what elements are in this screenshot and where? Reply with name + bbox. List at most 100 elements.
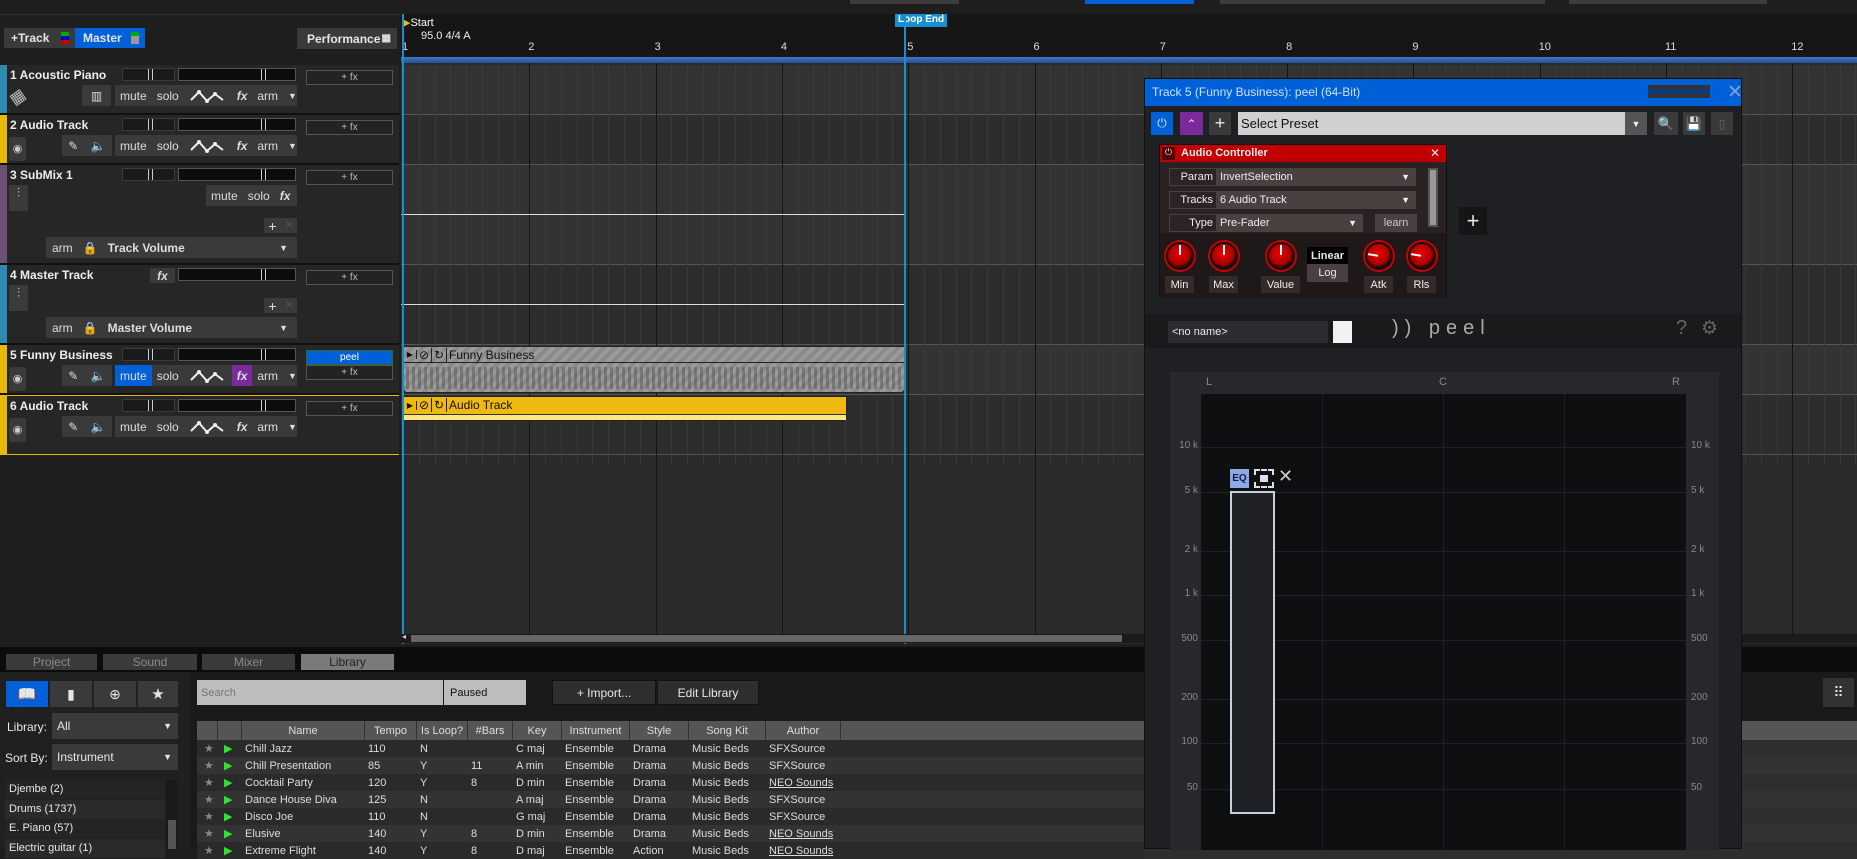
column-header[interactable]: [218, 721, 242, 740]
add-fx-button[interactable]: + fx: [306, 401, 393, 416]
column-header[interactable]: Song Kit: [689, 721, 766, 740]
track-4[interactable]: 4 Master Track fx + fx ⫶ + ✕ arm 🔒 Master Volum…: [0, 265, 399, 345]
toolbar-control[interactable]: [1220, 0, 1545, 4]
add-automation-button[interactable]: +: [264, 218, 281, 234]
import-button[interactable]: + Import...: [552, 680, 656, 705]
track-name[interactable]: 1 Acoustic Piano: [10, 68, 106, 82]
fx-button[interactable]: fx: [231, 365, 253, 386]
column-header[interactable]: Instrument: [562, 721, 630, 740]
close-band-icon[interactable]: ✕: [1278, 466, 1293, 487]
scroll-left-icon[interactable]: ◂: [402, 632, 406, 641]
tracks-select[interactable]: 6 Audio Track ▼: [1217, 191, 1416, 209]
table-row[interactable]: [197, 774, 1144, 791]
loop-clip-icon[interactable]: ↻: [432, 347, 447, 362]
close-icon[interactable]: ✕: [1430, 146, 1440, 160]
table-cell[interactable]: NEO Sounds: [766, 842, 833, 859]
chevron-down-icon[interactable]: ▼: [283, 85, 302, 106]
arm-button[interactable]: arm: [252, 135, 283, 156]
rls-knob[interactable]: [1407, 242, 1436, 270]
automation-button[interactable]: [184, 135, 232, 156]
favorite-star-icon[interactable]: ★: [201, 825, 214, 842]
value-knob[interactable]: [1266, 242, 1295, 270]
automation-button[interactable]: [184, 85, 232, 106]
loop-clip-icon[interactable]: ↻: [432, 398, 447, 412]
favorite-star-icon[interactable]: ★: [201, 791, 214, 808]
favorite-star-icon[interactable]: ★: [201, 757, 214, 774]
plugin-peel-button[interactable]: peel: [306, 350, 393, 365]
eq-band-label[interactable]: EQ: [1230, 469, 1249, 488]
category-scrollbar[interactable]: [166, 780, 178, 849]
arm-button[interactable]: arm: [46, 237, 78, 258]
track-name[interactable]: 3 SubMix 1: [10, 168, 73, 182]
column-header[interactable]: Author: [766, 721, 841, 740]
tab-sound[interactable]: Sound: [103, 654, 197, 670]
linear-button[interactable]: Linear: [1307, 247, 1348, 264]
max-knob[interactable]: [1209, 242, 1238, 270]
column-header[interactable]: Key: [513, 721, 562, 740]
pan-slider[interactable]: [122, 399, 175, 412]
solo-button[interactable]: solo: [152, 135, 184, 156]
favorite-star-icon[interactable]: ★: [201, 808, 214, 825]
table-row[interactable]: [197, 757, 1144, 774]
toolbar-control[interactable]: [1085, 0, 1194, 4]
min-knob[interactable]: [1165, 242, 1194, 270]
column-header[interactable]: #Bars: [468, 721, 513, 740]
tempo-signature[interactable]: 95.0 4/4 A: [421, 30, 471, 42]
delete-preset-icon[interactable]: ▯: [1711, 112, 1733, 135]
plugin-titlebar[interactable]: Track 5 (Funny Business): peel (64-Bit) …: [1145, 79, 1743, 106]
gear-icon[interactable]: ⚙: [1701, 317, 1718, 340]
browse-presets-icon[interactable]: 🔍: [1654, 112, 1678, 135]
track-name[interactable]: 6 Audio Track: [10, 399, 88, 413]
playhead[interactable]: [402, 14, 404, 644]
save-icon[interactable]: 💾: [1683, 112, 1705, 135]
table-row[interactable]: [197, 808, 1144, 825]
speaker-icon[interactable]: 🔈: [91, 139, 106, 153]
table-row[interactable]: [197, 791, 1144, 808]
add-fx-button[interactable]: + fx: [306, 170, 393, 185]
tab-library[interactable]: Library: [301, 654, 394, 670]
piano-icon[interactable]: ▥: [82, 85, 111, 106]
volume-slider[interactable]: [178, 399, 296, 412]
tab-mixer[interactable]: Mixer: [202, 654, 295, 670]
volume-slider[interactable]: [178, 118, 296, 131]
remove-automation-button[interactable]: ✕: [281, 298, 297, 313]
track-name[interactable]: 5 Funny Business: [10, 348, 113, 362]
library-view-icon[interactable]: 📖: [6, 681, 48, 707]
clip-menu-icon[interactable]: ▶: [404, 400, 417, 410]
fx-button[interactable]: fx: [232, 135, 253, 156]
automation-line[interactable]: [401, 214, 905, 215]
table-row[interactable]: [197, 740, 1144, 757]
clip-audio-track[interactable]: ▶ ⊘ ↻ Audio Track: [403, 396, 847, 421]
speaker-icon[interactable]: 🔈: [91, 420, 106, 434]
color-swatch[interactable]: [1333, 321, 1352, 343]
loop-end-line[interactable]: [904, 14, 906, 644]
arm-button[interactable]: arm: [46, 317, 78, 338]
star-icon[interactable]: ★: [138, 681, 178, 707]
param-select[interactable]: InvertSelection ▼: [1217, 168, 1416, 186]
automation-lane-select[interactable]: arm 🔒 Track Volume ▼: [46, 237, 297, 258]
mute-button[interactable]: mute: [115, 135, 152, 156]
chevron-down-icon[interactable]: ▼: [283, 416, 302, 437]
focus-icon[interactable]: [1254, 469, 1274, 488]
power-button[interactable]: ⏻: [1151, 112, 1173, 135]
mute-button[interactable]: mute: [115, 416, 152, 437]
arm-button[interactable]: arm: [252, 365, 283, 386]
add-plugin-button[interactable]: +: [1209, 112, 1231, 135]
automation-line[interactable]: [401, 304, 905, 305]
column-header[interactable]: Is Loop?: [417, 721, 468, 740]
column-header[interactable]: Tempo: [365, 721, 417, 740]
pencil-icon[interactable]: ✎: [68, 420, 78, 434]
edit-library-button[interactable]: Edit Library: [657, 680, 759, 705]
preset-select[interactable]: Select Preset ▼: [1238, 112, 1647, 135]
track-1[interactable]: 1 Acoustic Piano + fx ▦ ▥ mute solo fx arm ▼: [0, 65, 399, 115]
track-name[interactable]: 4 Master Track: [10, 268, 93, 282]
arm-button[interactable]: arm: [252, 416, 283, 437]
solo-button[interactable]: solo: [243, 185, 275, 206]
collapse-button[interactable]: ⌃: [1180, 112, 1203, 135]
play-icon[interactable]: ▶: [221, 791, 232, 808]
globe-icon[interactable]: ⊕: [94, 681, 136, 707]
favorite-star-icon[interactable]: ★: [201, 774, 214, 791]
grid-view-button[interactable]: ⠿: [1823, 678, 1854, 707]
pan-slider[interactable]: [122, 168, 175, 181]
pan-slider[interactable]: [122, 118, 175, 131]
